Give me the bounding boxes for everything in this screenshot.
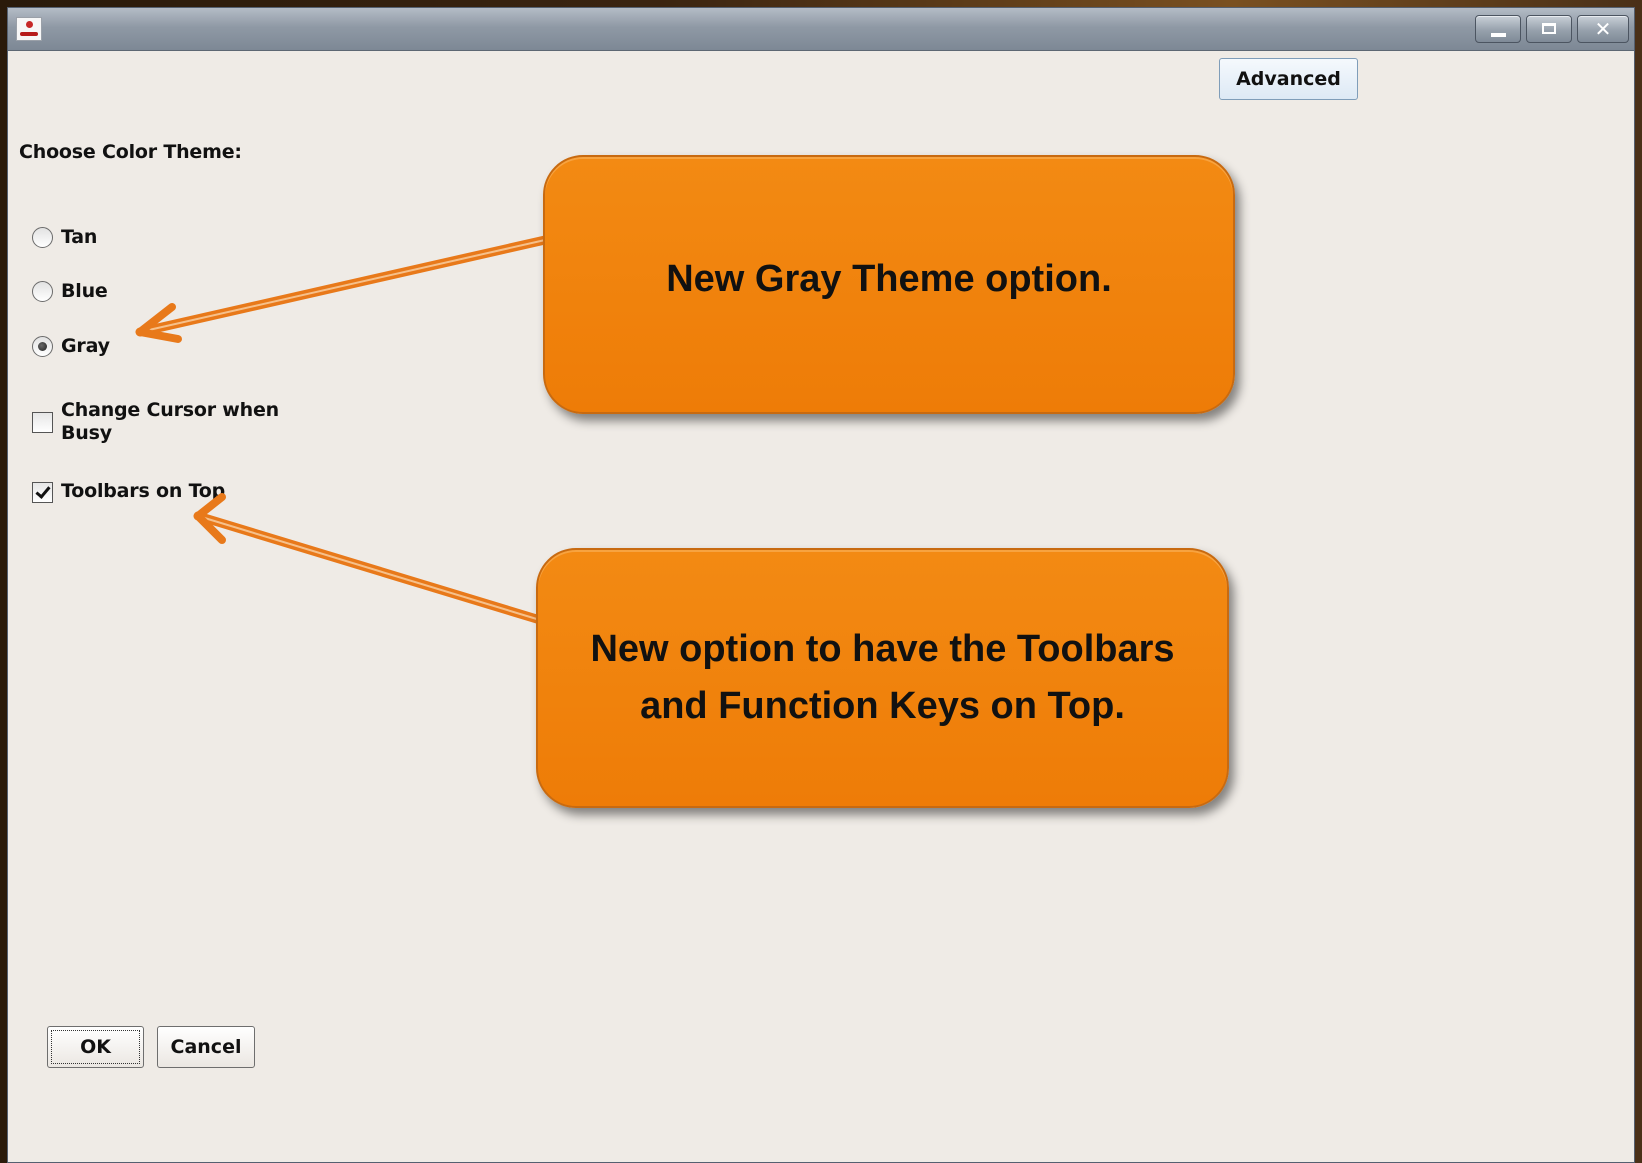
title-bar[interactable]: ✕ xyxy=(8,8,1634,51)
toolbars-on-top-label: Toolbars on Top xyxy=(61,480,226,502)
app-logo-icon xyxy=(16,17,42,41)
color-theme-label: Choose Color Theme: xyxy=(19,141,242,163)
advanced-button[interactable]: Advanced xyxy=(1219,58,1358,100)
change-cursor-label-line1: Change Cursor when xyxy=(61,399,279,421)
maximize-button[interactable] xyxy=(1526,15,1572,43)
theme-option-label: Gray xyxy=(61,335,110,357)
minimize-button[interactable] xyxy=(1475,15,1521,43)
close-button[interactable]: ✕ xyxy=(1577,15,1629,43)
maximize-icon xyxy=(1542,23,1556,34)
minimize-icon xyxy=(1491,33,1506,37)
close-icon: ✕ xyxy=(1594,17,1612,41)
toolbars-on-top-checkbox[interactable] xyxy=(32,482,53,503)
cancel-button-label: Cancel xyxy=(170,1036,242,1058)
change-cursor-checkbox[interactable] xyxy=(32,412,53,433)
callout-toolbars-text: New option to have the Toolbars and Func… xyxy=(590,628,1175,727)
callout-gray-theme-text: New Gray Theme option. xyxy=(666,258,1112,300)
callout-toolbars: New option to have the Toolbars and Func… xyxy=(536,548,1229,808)
theme-option-label: Blue xyxy=(61,280,108,302)
change-cursor-label-line2: Busy xyxy=(61,422,112,444)
ok-button[interactable]: OK xyxy=(47,1026,144,1068)
theme-option-label: Tan xyxy=(61,226,98,248)
cancel-button[interactable]: Cancel xyxy=(157,1026,255,1068)
radio-blue[interactable] xyxy=(32,281,53,302)
callout-gray-theme: New Gray Theme option. xyxy=(543,155,1235,414)
radio-tan[interactable] xyxy=(32,227,53,248)
radio-gray[interactable] xyxy=(32,336,53,357)
ok-button-label: OK xyxy=(80,1036,111,1058)
change-cursor-label: Change Cursor when Busy xyxy=(61,399,279,445)
